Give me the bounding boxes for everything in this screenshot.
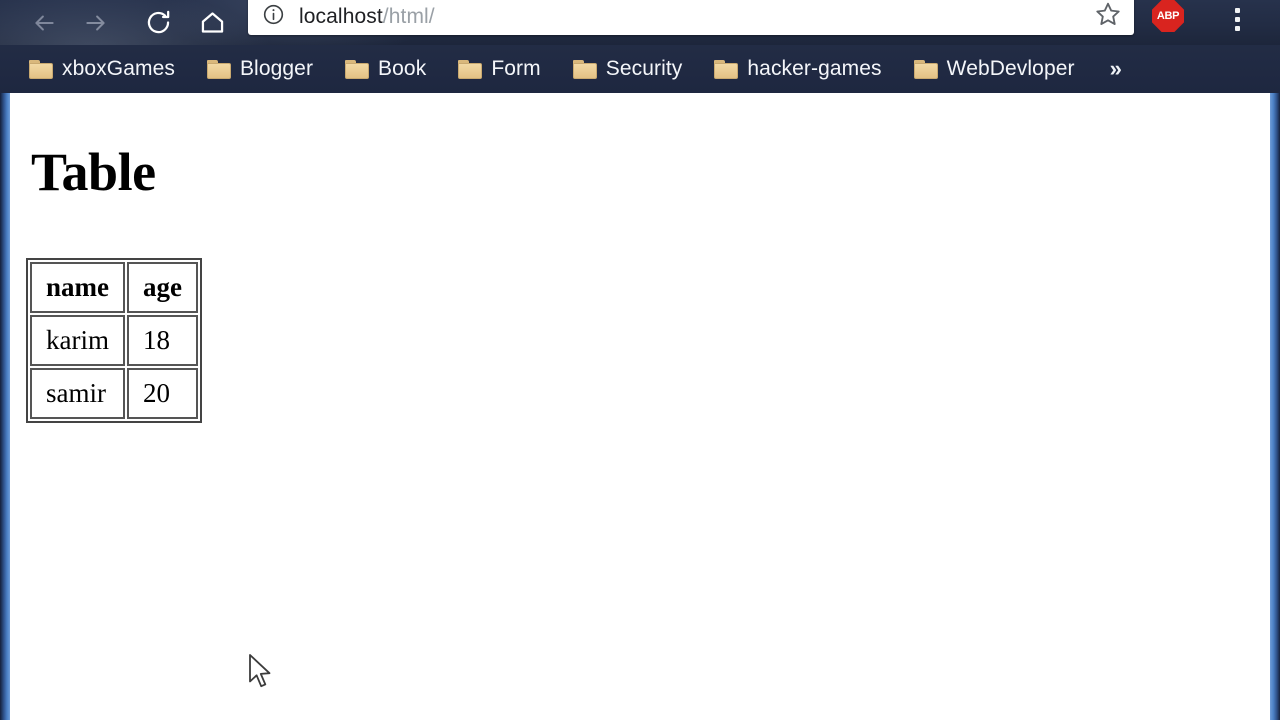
folder-icon	[345, 59, 370, 79]
bookmark-form[interactable]: Form	[455, 52, 543, 86]
abp-label: ABP	[1156, 9, 1180, 22]
adblock-plus-icon[interactable]: ABP	[1152, 0, 1186, 34]
chrome-menu-button[interactable]	[1224, 0, 1250, 38]
folder-icon	[29, 59, 53, 79]
back-button[interactable]	[22, 0, 66, 45]
bookmark-label: Book	[378, 57, 427, 80]
cell-age: 18	[127, 315, 198, 367]
bookmark-label: Blogger	[239, 57, 314, 80]
page-title: Table	[31, 142, 156, 202]
star-icon[interactable]	[1094, 0, 1122, 33]
folder-icon	[458, 59, 483, 79]
back-arrow-icon	[31, 10, 57, 36]
table-body: karim 18 samir 20	[30, 315, 198, 420]
address-bar[interactable]: localhost/html/	[248, 0, 1134, 35]
url-host: localhost	[299, 4, 383, 28]
table-row: karim 18	[30, 315, 198, 367]
browser-toolbar: localhost/html/ ABP	[0, 0, 1280, 45]
bookmark-label: Security	[605, 57, 683, 80]
bookmarks-bar: xboxGames Blogger Book Form Security hac…	[0, 45, 1280, 93]
column-header-age: age	[127, 262, 198, 314]
bookmark-webdevloper[interactable]: WebDevloper	[911, 52, 1078, 86]
folder-icon	[714, 59, 739, 79]
bookmark-security[interactable]: Security	[570, 52, 686, 86]
page-content: Table name age karim 18 samir 20	[10, 93, 1270, 720]
bookmark-xboxgames[interactable]: xboxGames	[26, 52, 178, 86]
table-header-row: name age	[30, 262, 198, 314]
home-button[interactable]	[190, 0, 234, 45]
folder-icon	[913, 59, 938, 79]
window-border-right	[1270, 93, 1280, 720]
bookmark-label: WebDevloper	[946, 57, 1075, 80]
data-table: name age karim 18 samir 20	[26, 258, 202, 424]
home-icon	[199, 9, 226, 36]
abp-octagon: ABP	[1152, 0, 1184, 32]
folder-icon	[206, 59, 231, 79]
bookmarks-overflow-button[interactable]: »	[1110, 56, 1122, 82]
menu-dot	[1234, 16, 1240, 22]
bookmark-blogger[interactable]: Blogger	[204, 52, 316, 86]
bookmark-label: hacker-games	[747, 57, 882, 80]
browser-window: localhost/html/ ABP xboxGames Blogger Bo…	[0, 0, 1280, 720]
three-dots-vertical-icon	[1234, 7, 1240, 13]
table-head: name age	[30, 262, 198, 314]
cell-name: karim	[30, 315, 125, 367]
url-text[interactable]: localhost/html/	[299, 5, 1094, 29]
page-viewport: Table name age karim 18 samir 20	[10, 93, 1270, 720]
cell-age: 20	[127, 368, 198, 420]
table-row: samir 20	[30, 368, 198, 420]
window-border-left	[0, 93, 10, 720]
url-path: /html/	[382, 4, 435, 28]
bookmark-label: Form	[491, 57, 541, 80]
info-circle-icon[interactable]	[262, 3, 285, 31]
bookmark-book[interactable]: Book	[342, 52, 429, 86]
reload-icon	[145, 9, 172, 36]
folder-icon	[572, 59, 597, 79]
menu-dot	[1234, 25, 1240, 31]
bookmark-label: xboxGames	[62, 57, 175, 80]
column-header-name: name	[30, 262, 125, 314]
bookmark-hacker-games[interactable]: hacker-games	[711, 52, 884, 86]
reload-button[interactable]	[136, 0, 180, 45]
forward-arrow-icon	[83, 10, 109, 36]
arrow-pointer-icon	[248, 653, 274, 693]
cell-name: samir	[30, 368, 125, 420]
forward-button[interactable]	[74, 0, 118, 45]
